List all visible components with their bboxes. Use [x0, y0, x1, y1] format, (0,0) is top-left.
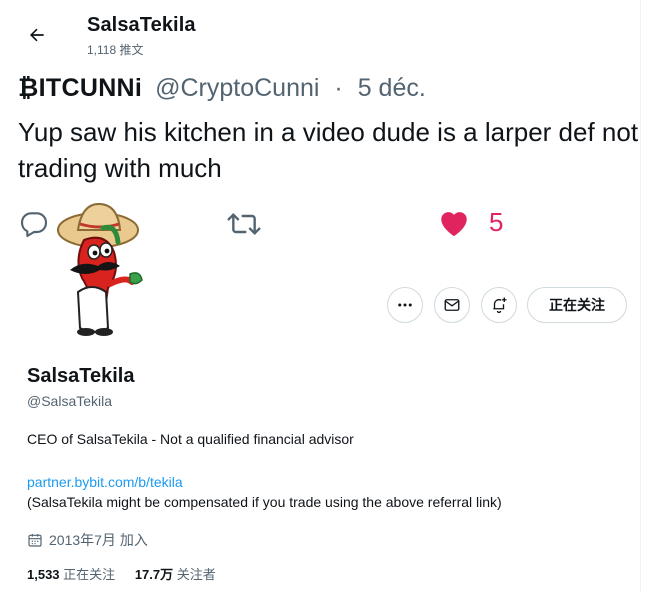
followers-count: 17.7万 — [134, 567, 174, 582]
profile-link[interactable]: partner.bybit.com/b/tekila — [27, 474, 183, 490]
message-button[interactable] — [434, 287, 470, 323]
notify-button[interactable] — [481, 287, 517, 323]
profile-referral-note: (SalsaTekila might be compensated if you… — [27, 494, 502, 510]
header-title: SalsaTekila — [87, 14, 196, 36]
reply-icon — [20, 212, 48, 238]
bell-plus-icon — [493, 297, 507, 314]
following-count: 1,533 — [27, 567, 60, 582]
tweet-text: Yup saw his kitchen in a video dude is a… — [18, 117, 639, 183]
tweet-author-name: ₿ITCUNNi — [18, 74, 143, 102]
profile-handle: @SalsaTekila — [27, 393, 113, 409]
following-stat[interactable]: 1,533 正在关注 — [27, 567, 115, 582]
heart-icon — [441, 212, 467, 237]
following-label: 正在关注 — [63, 567, 116, 582]
profile-bio: CEO of SalsaTekila - Not a qualified fin… — [27, 431, 354, 447]
profile-page: SalsaTekila 1,118 推文 ₿ITCUNNi @CryptoCun… — [0, 0, 659, 592]
retweet-button[interactable] — [225, 208, 263, 240]
tweet-date: 5 déc. — [357, 74, 426, 102]
like-count: 5 — [489, 206, 504, 237]
followers-label: 关注者 — [176, 567, 216, 582]
tweet-author-handle: @CryptoCunni — [155, 74, 320, 102]
retweet-icon — [227, 213, 261, 235]
followers-stat[interactable]: 17.7万 关注者 — [135, 567, 216, 582]
more-icon — [398, 303, 412, 307]
calendar-icon — [27, 532, 43, 548]
like-button[interactable]: 5 — [437, 206, 503, 238]
avatar[interactable] — [48, 200, 158, 340]
profile-joined: 2013年7月 加入 — [27, 530, 148, 550]
profile-stats: 1,533 正在关注 17.7万 关注者 — [27, 564, 232, 583]
column-divider — [640, 0, 641, 592]
tweet-header: ₿ITCUNNi @CryptoCunni · 5 déc. — [18, 74, 426, 103]
avatar-image — [57, 202, 143, 336]
reply-button[interactable] — [18, 208, 50, 240]
back-button[interactable] — [22, 20, 52, 50]
envelope-icon — [444, 299, 460, 311]
profile-name: SalsaTekila — [27, 365, 135, 387]
tweet-separator: · — [334, 74, 343, 102]
more-button[interactable] — [387, 287, 423, 323]
tweet-count: 1,118 推文 — [87, 43, 144, 57]
arrow-left-icon — [30, 28, 44, 42]
joined-date: 2013年7月 加入 — [49, 532, 148, 548]
profile-header: SalsaTekila 1,118 推文 — [0, 0, 659, 66]
following-button[interactable]: 正在关注 — [527, 287, 627, 323]
